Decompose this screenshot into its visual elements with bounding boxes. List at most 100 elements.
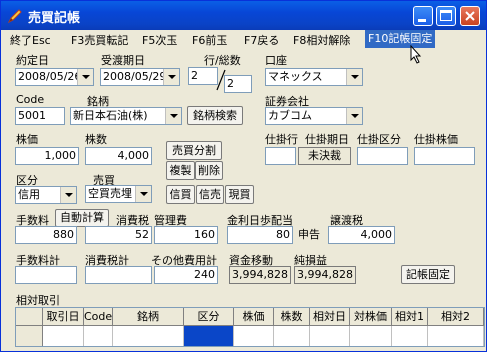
minimize-button[interactable]: [413, 6, 433, 26]
maximize-button[interactable]: [436, 6, 456, 26]
close-button[interactable]: [460, 6, 480, 26]
table-row[interactable]: [16, 326, 484, 346]
chevron-down-icon[interactable]: [165, 108, 181, 124]
grid-header-stock[interactable]: 銘柄: [113, 308, 184, 326]
tesuryo-field[interactable]: 880: [15, 226, 77, 244]
ukewatashi-date-value: 2008/05/29: [103, 70, 167, 83]
grid-cell[interactable]: [350, 326, 392, 346]
window-title: 売買記帳: [28, 11, 81, 26]
grid-cell[interactable]: [43, 326, 84, 346]
grid-cell[interactable]: [234, 326, 274, 346]
grid-cell[interactable]: [84, 326, 113, 346]
yakujo-date-value: 2008/05/26: [18, 70, 82, 83]
sonneki-value: 3,994,828: [294, 266, 356, 284]
shoken-value: カブコム: [268, 109, 312, 122]
kabusu-label: 株数: [85, 133, 107, 146]
meigara-select[interactable]: 新日本石油(株): [70, 107, 182, 125]
code-field[interactable]: 5001: [15, 107, 65, 125]
menu-fix-entry[interactable]: F10記帳固定: [365, 30, 436, 48]
koza-value: マネックス: [268, 70, 323, 83]
baibai-select[interactable]: 空買売埋: [85, 185, 152, 203]
copy-button[interactable]: 複製: [166, 161, 195, 180]
menu-next[interactable]: F5次玉: [142, 32, 177, 48]
delete-button[interactable]: 削除: [195, 161, 223, 180]
fix-entry-button[interactable]: 記帳固定: [401, 265, 455, 284]
gyo-field[interactable]: 2: [188, 67, 218, 85]
auto-calc-button[interactable]: 自動計算: [55, 209, 109, 227]
split-button[interactable]: 売買分割: [166, 141, 222, 160]
grid-cell[interactable]: [310, 326, 350, 346]
tesuryokei-field[interactable]: [15, 266, 77, 284]
title-bar: 売買記帳: [1, 1, 486, 30]
code-label: Code: [16, 93, 45, 106]
shingai-button[interactable]: 信買: [166, 185, 195, 204]
koza-label: 口座: [265, 54, 287, 67]
menu-release[interactable]: F8相対解除: [293, 32, 350, 48]
meigara-value: 新日本石油(株): [73, 109, 148, 122]
yakujo-label: 約定日: [16, 54, 49, 67]
grid-header-kubun[interactable]: 区分: [184, 308, 234, 326]
chevron-down-icon[interactable]: [346, 69, 362, 85]
menu-prev[interactable]: F6前玉: [192, 32, 227, 48]
gyo-label: 行/総数: [204, 54, 241, 67]
chevron-down-icon[interactable]: [77, 69, 93, 85]
row-header-cell[interactable]: [16, 326, 43, 346]
kubun-select[interactable]: 信用: [15, 186, 77, 204]
sonota-field[interactable]: 240: [154, 266, 218, 284]
chevron-down-icon[interactable]: [346, 108, 362, 124]
grid-cell[interactable]: [392, 326, 428, 346]
chevron-down-icon[interactable]: [135, 186, 151, 202]
grid-header-corner: [16, 308, 43, 326]
grid-header-qty[interactable]: 株数: [274, 308, 310, 326]
kubun-value: 信用: [18, 188, 40, 201]
ukewatashi-date-picker[interactable]: 2008/05/29: [100, 68, 180, 86]
ukewatashi-label: 受渡期日: [101, 54, 145, 67]
kabusu-field[interactable]: 4,000: [85, 147, 152, 165]
yakujo-date-picker[interactable]: 2008/05/26: [15, 68, 94, 86]
kabuka-field[interactable]: 1,000: [15, 147, 79, 165]
main-window: 売買記帳 終了Esc F3売買転記 F5次玉 F6前玉 F7戻る F8相対解除 …: [0, 0, 487, 352]
shohizei-field[interactable]: 52: [85, 226, 152, 244]
grid-header-date[interactable]: 取引日: [43, 308, 84, 326]
chevron-down-icon[interactable]: [60, 187, 76, 203]
genbai-button[interactable]: 現買: [225, 185, 254, 204]
baibai-value: 空買売埋: [88, 187, 132, 200]
grid-cell[interactable]: [274, 326, 310, 346]
grid-header-price[interactable]: 株価: [234, 308, 274, 326]
grid-cell-selected[interactable]: [184, 326, 234, 346]
kakari-kubun-header: 仕掛区分: [357, 133, 401, 146]
grid-cell[interactable]: [113, 326, 184, 346]
grid-header-rel-date[interactable]: 相対日: [310, 308, 350, 326]
shinkoku-label: 申告: [295, 226, 325, 244]
shikin-value: 3,994,828: [229, 266, 291, 284]
close-icon: [465, 11, 475, 21]
kakari-kabuka-field[interactable]: [414, 147, 475, 165]
kakari-kijitsu-value: 未決裁: [298, 147, 351, 165]
grid-title: 相対取引: [16, 294, 60, 307]
shoken-select[interactable]: カブコム: [265, 107, 363, 125]
jotozei-field[interactable]: 4,000: [328, 226, 395, 244]
grid-header-row: 取引日 Code 銘柄 区分 株価 株数 相対日 対株価 相対1 相対2: [16, 308, 484, 326]
grid-header-rel-price[interactable]: 対株価: [350, 308, 392, 326]
grid-header-code[interactable]: Code: [84, 308, 113, 326]
relative-trade-grid[interactable]: 取引日 Code 銘柄 区分 株価 株数 相対日 対株価 相対1 相対2: [15, 307, 485, 347]
kanrihi-field[interactable]: 160: [154, 226, 218, 244]
menu-exit[interactable]: 終了Esc: [10, 32, 51, 48]
minimize-icon: [418, 19, 426, 22]
search-stock-button[interactable]: 銘柄検索: [187, 106, 243, 125]
koza-select[interactable]: マネックス: [265, 68, 363, 86]
chevron-down-icon[interactable]: [163, 69, 179, 85]
grid-header-rel2[interactable]: 相対2: [428, 308, 484, 326]
menu-back[interactable]: F7戻る: [244, 32, 279, 48]
kakari-gyo-header: 仕掛行: [265, 133, 298, 146]
menu-transfer[interactable]: F3売買転記: [71, 32, 128, 48]
grid-cell[interactable]: [428, 326, 484, 346]
grid-header-rel1[interactable]: 相対1: [392, 308, 428, 326]
kakari-kubun-field[interactable]: [357, 147, 408, 165]
kabuka-label: 株価: [16, 133, 38, 146]
shinbai-button[interactable]: 信売: [196, 185, 224, 204]
shohizeikei-field[interactable]: [85, 266, 152, 284]
sosu-field[interactable]: 2: [224, 75, 252, 93]
kinri-field[interactable]: 80: [227, 226, 293, 244]
kakari-gyo-field[interactable]: [265, 147, 296, 165]
